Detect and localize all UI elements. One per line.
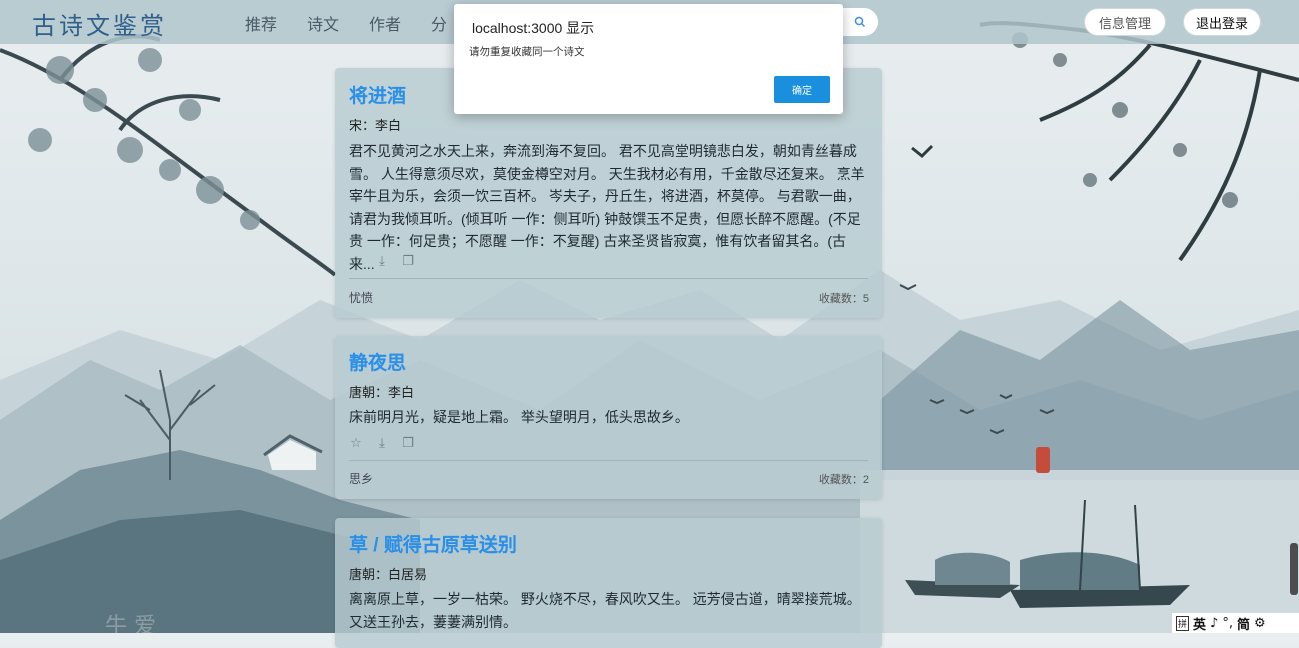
poem-line: 雪。 人生得意须尽欢，莫使金樽空对月。 天生我材必有用，千金散尽还复来。 烹羊 — [349, 165, 865, 182]
ime-comma-icon[interactable]: °, — [1222, 616, 1233, 631]
nav-authors[interactable]: 作者 — [369, 11, 401, 35]
star-icon[interactable]: ☆ — [349, 436, 363, 451]
poem-actions: ☆ ⤓ ❐ — [349, 254, 415, 269]
poem-line: 君不见黄河之水天上来，奔流到海不复回。 君不见高堂明镜悲白发，朝如青丝暮成 — [349, 143, 857, 159]
search-button[interactable] — [842, 8, 878, 36]
poem-title[interactable]: 草 / 赋得古原草送别 — [349, 530, 517, 557]
poem-tag[interactable]: 思乡 — [349, 470, 373, 487]
svg-text:牛 爱: 牛 爱 — [105, 614, 156, 633]
poem-title[interactable]: 将进酒 — [349, 81, 406, 108]
ime-settings-icon[interactable]: ⚙ — [1254, 616, 1266, 631]
nav-category[interactable]: 分 — [431, 11, 447, 35]
alert-dialog: localhost:3000 显示 请勿重复收藏同一个诗文 确定 — [454, 4, 843, 114]
site-logo[interactable]: 古诗文鉴赏 — [32, 6, 167, 41]
main-nav: 推荐 诗文 作者 分 — [245, 11, 477, 35]
ime-punctuation-icon[interactable]: ♪ — [1210, 616, 1218, 631]
poem-line: 又送王孙去，萋萋满别情。 — [349, 613, 517, 630]
search-icon — [854, 16, 866, 28]
copy-icon[interactable]: ❐ — [401, 254, 415, 269]
copy-icon[interactable]: ❐ — [401, 436, 415, 451]
ime-simplified-toggle[interactable]: 简 — [1237, 614, 1250, 633]
poem-content: 床前明月光，疑是地上霜。 举头望明月，低头思故乡。 — [349, 406, 869, 429]
download-icon[interactable]: ⤓ — [375, 254, 389, 269]
logout-button[interactable]: 退出登录 — [1183, 8, 1261, 36]
poem-content: 离离原上草，一岁一枯荣。 野火烧不尽，春风吹又生。 远芳侵古道，晴翠接荒城。 又… — [349, 588, 869, 633]
info-management-button[interactable]: 信息管理 — [1084, 8, 1166, 36]
poem-actions: ☆ ⤓ ❐ — [349, 436, 415, 451]
poem-tag[interactable]: 忧愤 — [349, 289, 373, 306]
dialog-title: localhost:3000 显示 — [472, 20, 595, 36]
favorite-count: 收藏数：5 — [818, 293, 869, 305]
nav-poems[interactable]: 诗文 — [307, 11, 339, 35]
favorite-count: 收藏数：2 — [818, 474, 869, 486]
poem-line: 贵 一作：何足贵；不愿醒 一作：不复醒) 古来圣贤皆寂寞，惟有饮者留其名。(古来… — [349, 233, 846, 272]
poem-author[interactable]: 唐朝：白居易 — [349, 564, 427, 583]
poem-line: 床前明月光，疑是地上霜。 举头望明月，低头思故乡。 — [349, 409, 689, 425]
poem-author[interactable]: 唐朝：李白 — [349, 382, 414, 401]
ime-toolbar: 拼 英 ♪ °, 简 ⚙ — [1172, 613, 1299, 633]
poem-line: 宰牛且为乐，会须一饮三百杯。 岑夫子，丹丘生，将进酒，杯莫停。 与君歌一曲， — [349, 188, 861, 204]
ime-language-toggle[interactable]: 英 — [1193, 614, 1206, 633]
download-icon[interactable]: ⤓ — [375, 436, 389, 451]
card-divider — [349, 460, 868, 461]
side-scroll-indicator[interactable] — [1290, 543, 1298, 595]
poem-line: 请君为我倾耳听。(倾耳听 一作：侧耳听) 钟鼓馔玉不足贵，但愿长醉不愿醒。(不足 — [349, 210, 861, 227]
poem-author[interactable]: 宋：李白 — [349, 115, 401, 134]
ime-pinyin-icon[interactable]: 拼 — [1176, 615, 1190, 631]
nav-recommend[interactable]: 推荐 — [245, 11, 277, 35]
poem-line: 离离原上草，一岁一枯荣。 野火烧不尽，春风吹又生。 远芳侵古道，晴翠接荒城。 — [349, 591, 861, 607]
poem-card: 静夜思 唐朝：李白 床前明月光，疑是地上霜。 举头望明月，低头思故乡。 ☆ ⤓ … — [335, 336, 882, 499]
poem-card: 草 / 赋得古原草送别 唐朝：白居易 离离原上草，一岁一枯荣。 野火烧不尽，春风… — [335, 518, 882, 648]
confirm-button[interactable]: 确定 — [774, 76, 830, 103]
poem-content: 君不见黄河之水天上来，奔流到海不复回。 君不见高堂明镜悲白发，朝如青丝暮成 雪。… — [349, 140, 869, 275]
card-divider — [349, 278, 868, 279]
dialog-message: 请勿重复收藏同一个诗文 — [469, 46, 585, 58]
poem-title[interactable]: 静夜思 — [349, 348, 406, 375]
star-icon[interactable]: ☆ — [349, 254, 363, 269]
